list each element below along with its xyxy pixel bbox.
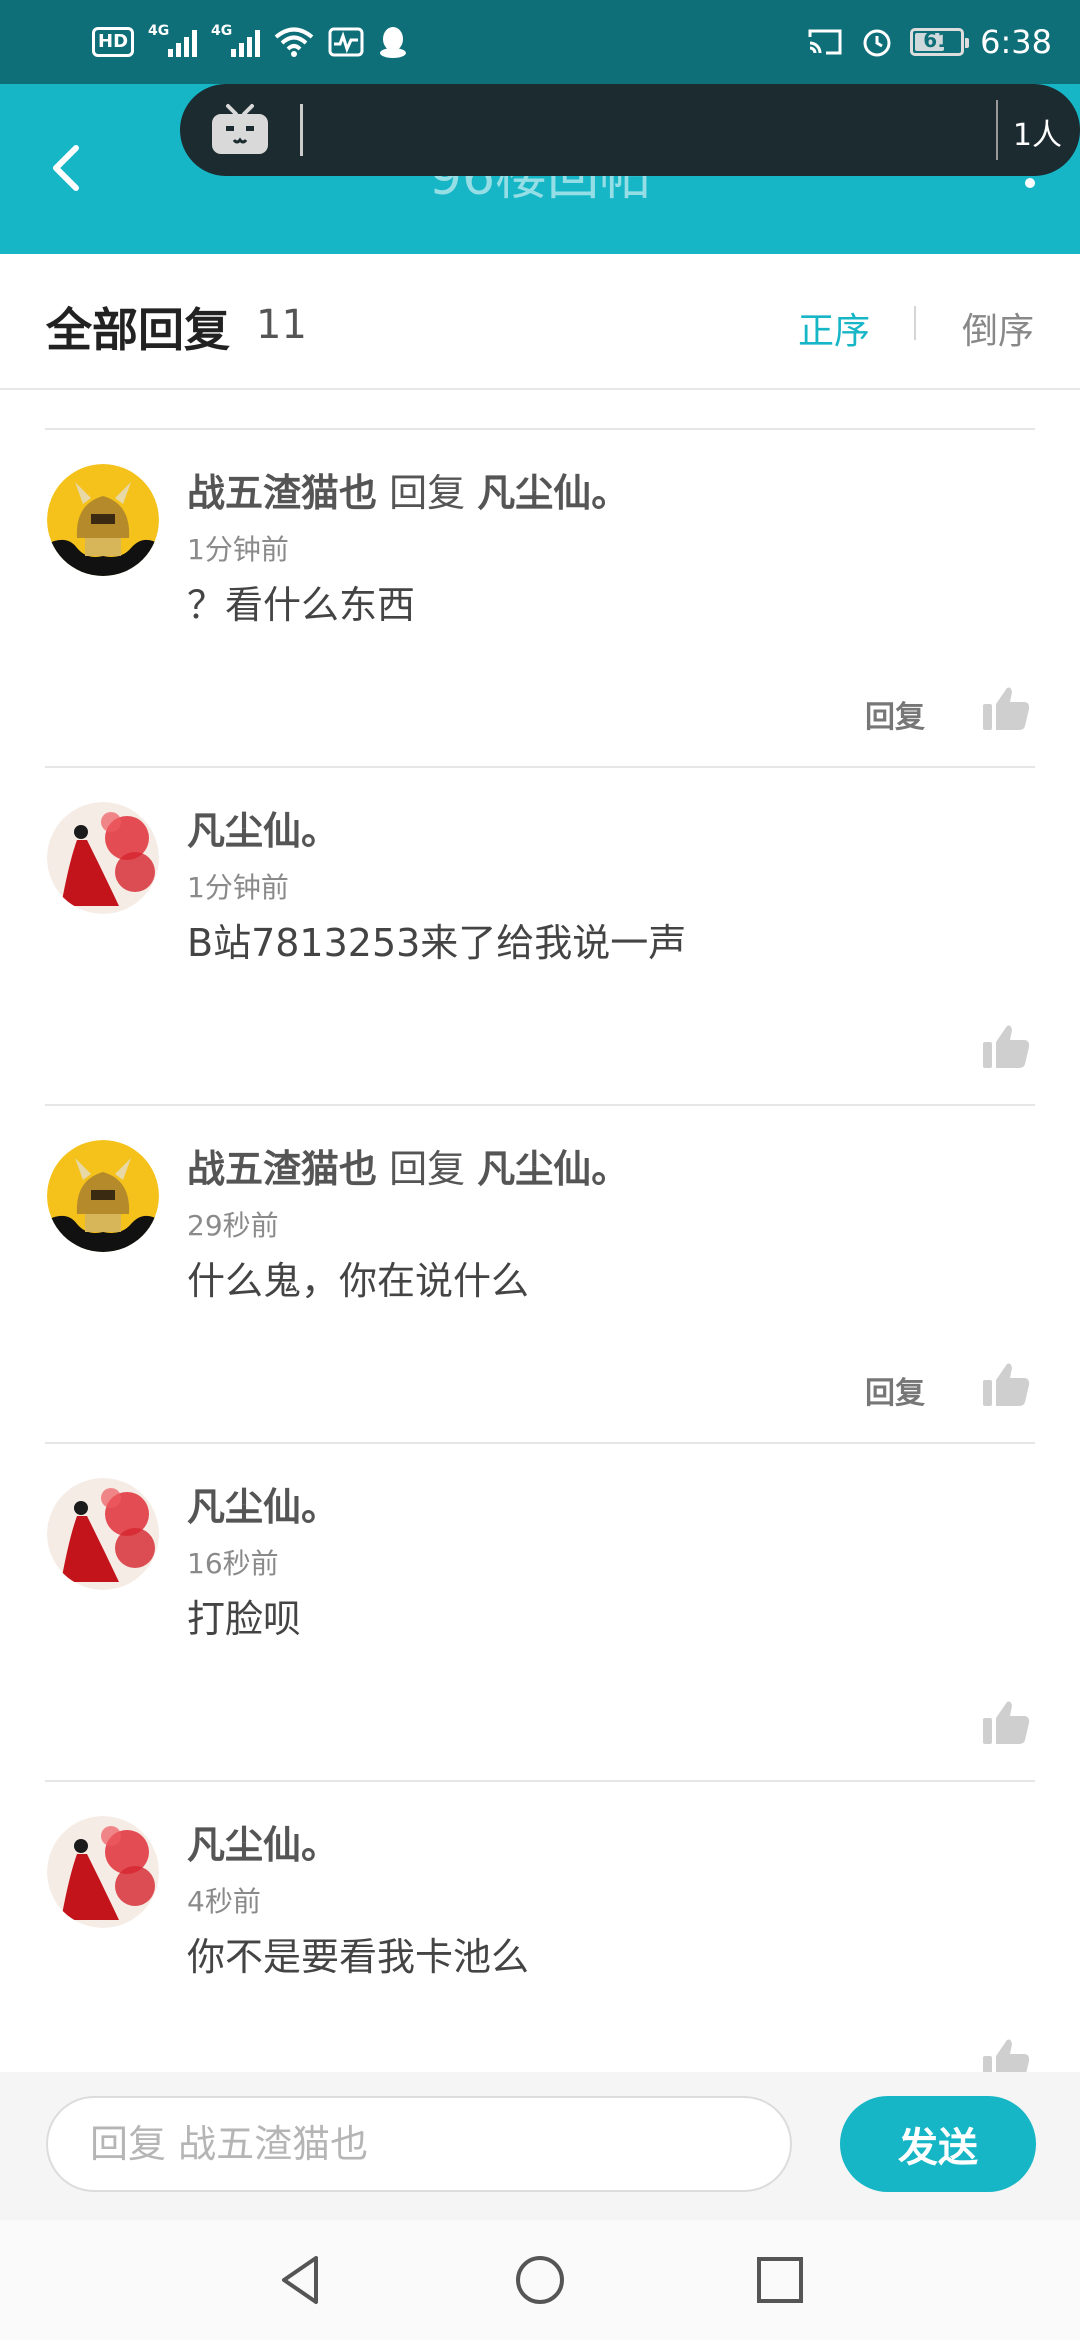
avatar[interactable] xyxy=(47,1478,159,1590)
comment-text: B站7813253来了给我说一声 xyxy=(187,921,687,965)
comment-text: 什么鬼，你在说什么 xyxy=(187,1259,530,1303)
thumbs-up-icon[interactable] xyxy=(981,684,1031,734)
replies-title: 全部回复 xyxy=(46,303,230,357)
signal-icon-2: 4G xyxy=(211,23,261,57)
wifi-icon xyxy=(274,27,314,57)
comment-item: 战五渣猫也 回复 凡尘仙。 29秒前 什么鬼，你在说什么 回复 xyxy=(45,1104,1035,1442)
reply-target-username[interactable]: 凡尘仙。 xyxy=(477,471,629,515)
comment-list: 战五渣猫也 回复 凡尘仙。 1分钟前 ？看什么东西 回复 凡尘仙。 1分钟前 B… xyxy=(0,428,1080,2118)
avatar[interactable] xyxy=(47,802,159,914)
comment-item: 凡尘仙。 1分钟前 B站7813253来了给我说一声 xyxy=(45,766,1035,1104)
golden-knight-avatar-icon xyxy=(47,464,159,576)
sort-divider xyxy=(914,306,916,340)
avatar[interactable] xyxy=(47,464,159,576)
reply-input[interactable] xyxy=(46,2096,792,2192)
clock-time: 6:38 xyxy=(980,23,1052,61)
cast-icon xyxy=(808,29,842,55)
nav-back-icon[interactable] xyxy=(272,2252,328,2308)
text-caret xyxy=(300,104,303,156)
signal-icon: 4G xyxy=(148,23,198,57)
comment-time: 1分钟前 xyxy=(187,871,289,904)
comment-time: 1分钟前 xyxy=(187,533,289,566)
replies-header: 全部回复 11 正序 倒序 xyxy=(0,254,1080,390)
comment-item: 战五渣猫也 回复 凡尘仙。 1分钟前 ？看什么东西 回复 xyxy=(45,428,1035,766)
comment-text: 你不是要看我卡池么 xyxy=(187,1935,530,1979)
golden-knight-avatar-icon xyxy=(47,1140,159,1252)
live-overlay-pill[interactable]: 1人 xyxy=(180,84,1080,176)
comment-time: 16秒前 xyxy=(187,1547,279,1580)
status-bar: HD 4G 4G 61 6:38 xyxy=(0,0,1080,84)
thumbs-up-icon[interactable] xyxy=(981,1698,1031,1748)
avatar[interactable] xyxy=(47,1140,159,1252)
divider xyxy=(996,100,998,160)
comment-username[interactable]: 战五渣猫也 xyxy=(187,1147,377,1191)
reply-input-bar: 发送 xyxy=(0,2072,1080,2220)
comment-time: 4秒前 xyxy=(187,1885,261,1918)
qq-icon xyxy=(380,27,407,58)
reply-button[interactable]: 回复 xyxy=(865,692,925,736)
reply-target-username[interactable]: 凡尘仙。 xyxy=(477,1147,629,1191)
replies-count: 11 xyxy=(256,302,307,348)
comment-item: 凡尘仙。 4秒前 你不是要看我卡池么 xyxy=(45,1780,1035,2118)
reply-word: 回复 xyxy=(389,471,466,515)
alarm-icon xyxy=(863,29,891,57)
activity-icon xyxy=(328,27,364,57)
comment-text: ？看什么东西 xyxy=(187,583,416,627)
sort-descending-tab[interactable]: 倒序 xyxy=(962,302,1034,354)
bilibili-tv-icon xyxy=(212,104,268,154)
comment-time: 29秒前 xyxy=(187,1209,279,1242)
nav-recents-icon[interactable] xyxy=(752,2252,808,2308)
system-nav-bar xyxy=(0,2220,1080,2340)
avatar[interactable] xyxy=(47,1816,159,1928)
comment-username[interactable]: 凡尘仙。 xyxy=(187,1485,339,1529)
thumbs-up-icon[interactable] xyxy=(981,1360,1031,1410)
reply-word: 回复 xyxy=(389,1147,466,1191)
battery-icon: 61 xyxy=(910,28,970,56)
comment-username[interactable]: 凡尘仙。 xyxy=(187,809,339,853)
thumbs-up-icon[interactable] xyxy=(981,1022,1031,1072)
send-button[interactable]: 发送 xyxy=(840,2096,1036,2192)
sort-ascending-tab[interactable]: 正序 xyxy=(798,302,870,354)
red-dress-avatar-icon xyxy=(47,1478,159,1590)
viewer-count: 1人 xyxy=(1012,118,1062,153)
comment-text: 打脸呗 xyxy=(187,1597,302,1641)
comment-username[interactable]: 凡尘仙。 xyxy=(187,1823,339,1867)
comment-username[interactable]: 战五渣猫也 xyxy=(187,471,377,515)
reply-button[interactable]: 回复 xyxy=(865,1368,925,1412)
hd-badge: HD xyxy=(92,27,135,57)
comment-item: 凡尘仙。 16秒前 打脸呗 xyxy=(45,1442,1035,1780)
nav-home-icon[interactable] xyxy=(512,2252,568,2308)
red-dress-avatar-icon xyxy=(47,1816,159,1928)
red-dress-avatar-icon xyxy=(47,802,159,914)
